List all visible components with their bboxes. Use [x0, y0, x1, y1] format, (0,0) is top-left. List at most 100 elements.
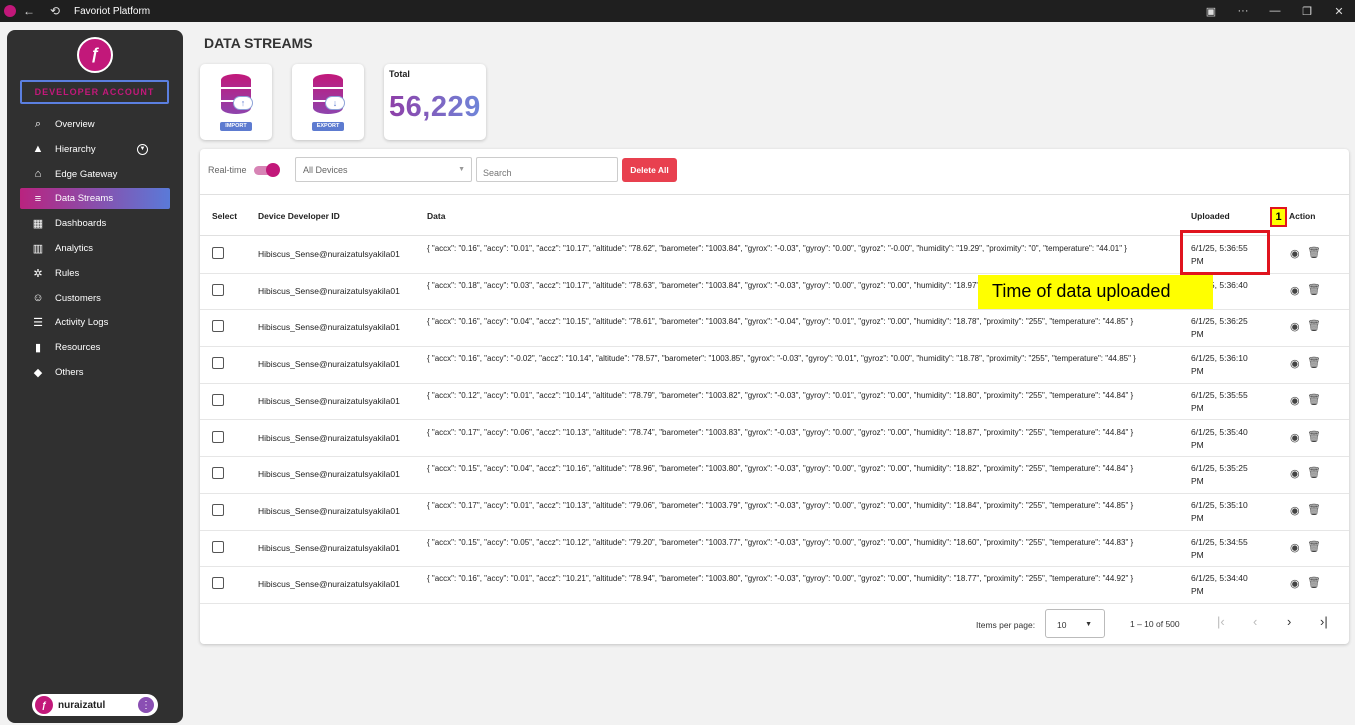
dropdown-caret-icon: ▼ — [458, 166, 465, 173]
realtime-toggle[interactable] — [254, 163, 280, 177]
delete-trash-icon[interactable]: 🗑 — [1307, 393, 1321, 406]
items-per-page-label: Items per page: — [976, 620, 1036, 630]
annotation-callout: Time of data uploaded — [978, 275, 1213, 309]
user-menu[interactable]: ƒ nuraizatul ⋮ — [32, 694, 158, 716]
view-eye-icon[interactable]: ◉ — [1290, 247, 1300, 260]
import-card[interactable]: ↑ IMPORT — [200, 64, 272, 140]
row-checkbox[interactable] — [212, 467, 224, 480]
sidebar-item-rules[interactable]: ✲ Rules — [20, 263, 170, 284]
row-checkbox[interactable] — [212, 577, 224, 590]
sidebar-item-label: Analytics — [55, 242, 94, 254]
restore-icon[interactable]: ❐ — [1291, 5, 1323, 18]
items-per-page-value: 10 — [1057, 620, 1067, 630]
delete-trash-icon[interactable]: 🗑 — [1307, 283, 1321, 296]
sidebar-item-customers[interactable]: ☺ Customers — [20, 288, 170, 309]
view-eye-icon[interactable]: ◉ — [1290, 431, 1300, 444]
delete-trash-icon[interactable]: 🗑 — [1307, 356, 1321, 369]
sidebar-item-resources[interactable]: ▮ Resources — [20, 337, 170, 358]
rules-gear-icon: ✲ — [33, 267, 43, 280]
page-title: DATA STREAMS — [204, 35, 313, 51]
database-export-icon: ↓ EXPORT — [309, 74, 347, 132]
window-title-bar: ← ⟲ Favoriot Platform ▣ ··· — ❐ ✕ — [0, 0, 1355, 22]
sidebar-item-analytics[interactable]: ▥ Analytics — [20, 238, 170, 259]
row-checkbox[interactable] — [212, 540, 224, 553]
device-id-cell: Hibiscus_Sense@nuraizatulsyakila01 — [258, 505, 400, 516]
total-value: 56,229 — [389, 91, 481, 123]
row-checkbox[interactable] — [212, 320, 224, 333]
delete-trash-icon[interactable]: 🗑 — [1307, 430, 1321, 443]
developer-account-button[interactable]: DEVELOPER ACCOUNT — [20, 80, 169, 104]
search-input[interactable] — [476, 157, 618, 182]
data-streams-panel: Real-time All Devices ▼ Delete All Selec… — [200, 149, 1349, 644]
sidebar-nav: ⌕ Overview ▲ Hierarchy ▼ ⌂ Edge Gateway ≡ Dat… — [20, 114, 170, 387]
user-name: nuraizatul — [58, 699, 106, 711]
view-eye-icon[interactable]: ◉ — [1290, 577, 1300, 590]
device-id-cell: Hibiscus_Sense@nuraizatulsyakila01 — [258, 395, 400, 406]
table-row: Hibiscus_Sense@nuraizatulsyakila01 { "acc… — [200, 457, 1349, 494]
column-uploaded[interactable]: Uploaded — [1191, 211, 1230, 221]
row-checkbox[interactable] — [212, 247, 224, 259]
sidebar-item-label: Edge Gateway — [55, 168, 118, 180]
refresh-icon[interactable]: ⟲ — [42, 4, 68, 18]
sidebar-item-label: Others — [55, 366, 84, 378]
column-data: Data — [427, 211, 446, 221]
previous-page-icon[interactable]: ‹ — [1253, 614, 1257, 629]
sidebar-item-activity-logs[interactable]: ☰ Activity Logs — [20, 312, 170, 333]
table-row: Hibiscus_Sense@nuraizatulsyakila01 { "acc… — [200, 421, 1349, 458]
delete-trash-icon[interactable]: 🗑 — [1307, 319, 1321, 332]
delete-trash-icon[interactable]: 🗑 — [1307, 576, 1321, 589]
last-page-icon[interactable]: ›| — [1320, 614, 1328, 629]
view-eye-icon[interactable]: ◉ — [1290, 394, 1300, 407]
app-logo-icon — [4, 5, 16, 17]
data-cell: { "accx": "0.17", "accy": "0.06", "accz"… — [427, 427, 1134, 437]
sidebar-item-dashboards[interactable]: ▦ Dashboards — [20, 213, 170, 234]
uploaded-cell: 6/1/25, 5:34:55 PM — [1191, 536, 1248, 560]
activity-logs-icon: ☰ — [33, 317, 43, 330]
sidebar-item-edge-gateway[interactable]: ⌂ Edge Gateway — [20, 164, 170, 185]
sidebar-item-overview[interactable]: ⌕ Overview — [20, 114, 170, 135]
table-header: Select Device Developer ID Data Uploaded… — [200, 195, 1349, 236]
view-eye-icon[interactable]: ◉ — [1290, 320, 1300, 333]
annotation-badge: 1 — [1270, 207, 1287, 227]
router-icon: ⌂ — [34, 168, 42, 181]
first-page-icon[interactable]: |‹ — [1217, 614, 1225, 629]
export-card[interactable]: ↓ EXPORT — [292, 64, 364, 140]
dashboard-icon: ▦ — [32, 218, 44, 231]
delete-all-button[interactable]: Delete All — [622, 158, 677, 182]
kebab-menu-icon[interactable]: ⋮ — [138, 697, 154, 713]
close-icon[interactable]: ✕ — [1323, 5, 1355, 18]
row-checkbox[interactable] — [212, 503, 224, 516]
favoriot-logo[interactable]: ƒ — [77, 37, 113, 73]
view-eye-icon[interactable]: ◉ — [1290, 467, 1300, 480]
view-eye-icon[interactable]: ◉ — [1290, 284, 1300, 297]
view-eye-icon[interactable]: ◉ — [1290, 541, 1300, 554]
row-checkbox[interactable] — [212, 357, 224, 370]
more-options-icon[interactable]: ··· — [1227, 5, 1259, 17]
view-eye-icon[interactable]: ◉ — [1290, 504, 1300, 517]
table-row: Hibiscus_Sense@nuraizatulsyakila01 { "acc… — [200, 494, 1349, 531]
row-checkbox[interactable] — [212, 393, 224, 406]
row-checkbox[interactable] — [212, 283, 224, 296]
device-select[interactable]: All Devices ▼ — [295, 157, 472, 182]
minimize-icon[interactable]: — — [1259, 5, 1291, 17]
view-eye-icon[interactable]: ◉ — [1290, 357, 1300, 370]
delete-trash-icon[interactable]: 🗑 — [1307, 246, 1321, 259]
delete-trash-icon[interactable]: 🗑 — [1307, 466, 1321, 479]
back-arrow-icon[interactable]: ← — [16, 4, 42, 18]
device-id-cell: Hibiscus_Sense@nuraizatulsyakila01 — [258, 579, 400, 590]
cast-icon[interactable]: ▣ — [1195, 5, 1227, 18]
search-icon: ⌕ — [34, 118, 42, 130]
sidebar-item-others[interactable]: ◆ Others — [20, 362, 170, 383]
sidebar-item-hierarchy[interactable]: ▲ Hierarchy ▼ — [20, 139, 170, 160]
sidebar-item-data-streams[interactable]: ≡ Data Streams — [20, 188, 170, 210]
delete-trash-icon[interactable]: 🗑 — [1307, 540, 1321, 553]
items-per-page-select[interactable]: 10 ▼ — [1045, 609, 1105, 638]
hierarchy-icon: ▲ — [32, 143, 44, 156]
delete-trash-icon[interactable]: 🗑 — [1307, 503, 1321, 516]
next-page-icon[interactable]: › — [1287, 614, 1291, 629]
data-cell: { "accx": "0.15", "accy": "0.04", "accz"… — [427, 464, 1134, 474]
uploaded-cell: 6/1/25, 5:35:55 PM — [1191, 389, 1248, 413]
row-checkbox[interactable] — [212, 430, 224, 443]
resources-book-icon: ▮ — [34, 342, 42, 355]
chevron-down-icon[interactable]: ▼ — [137, 143, 148, 155]
